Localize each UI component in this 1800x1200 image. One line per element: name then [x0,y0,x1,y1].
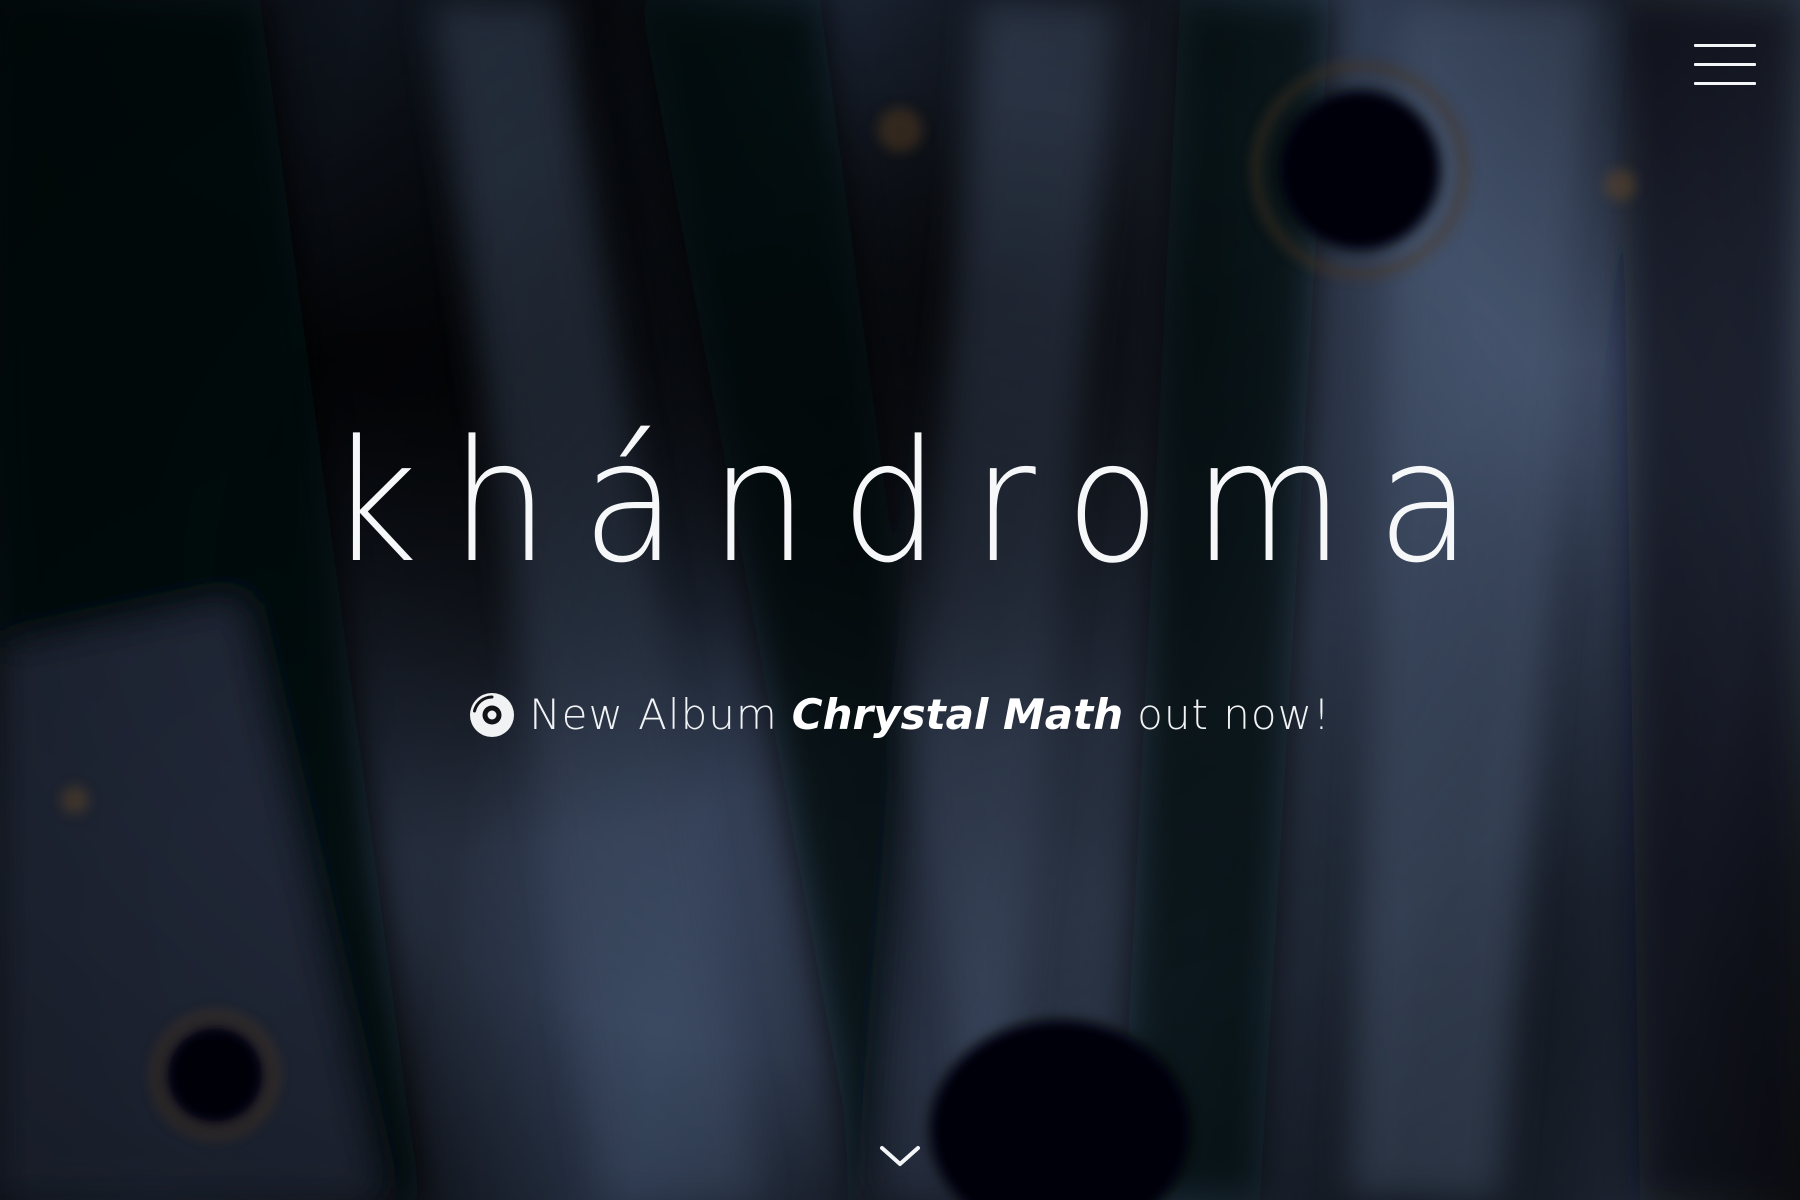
hamburger-menu-icon[interactable] [1694,42,1756,88]
menu-bar [1694,44,1756,47]
album-announcement[interactable]: New Album Chrystal Math out now! [0,690,1800,739]
menu-bar [1694,63,1756,66]
vinyl-disc-icon [470,692,515,737]
announcement-suffix: out now! [1137,690,1331,739]
album-name[interactable]: Chrystal Math [792,690,1123,739]
hero-section: khándroma New Album Chrystal Math out no… [0,0,1800,1200]
menu-bar [1694,82,1756,85]
background-shade [0,0,1800,1200]
chevron-down-icon[interactable] [876,1142,924,1170]
site-title: khándroma [328,404,1505,600]
announcement-prefix: New Album [529,690,778,739]
